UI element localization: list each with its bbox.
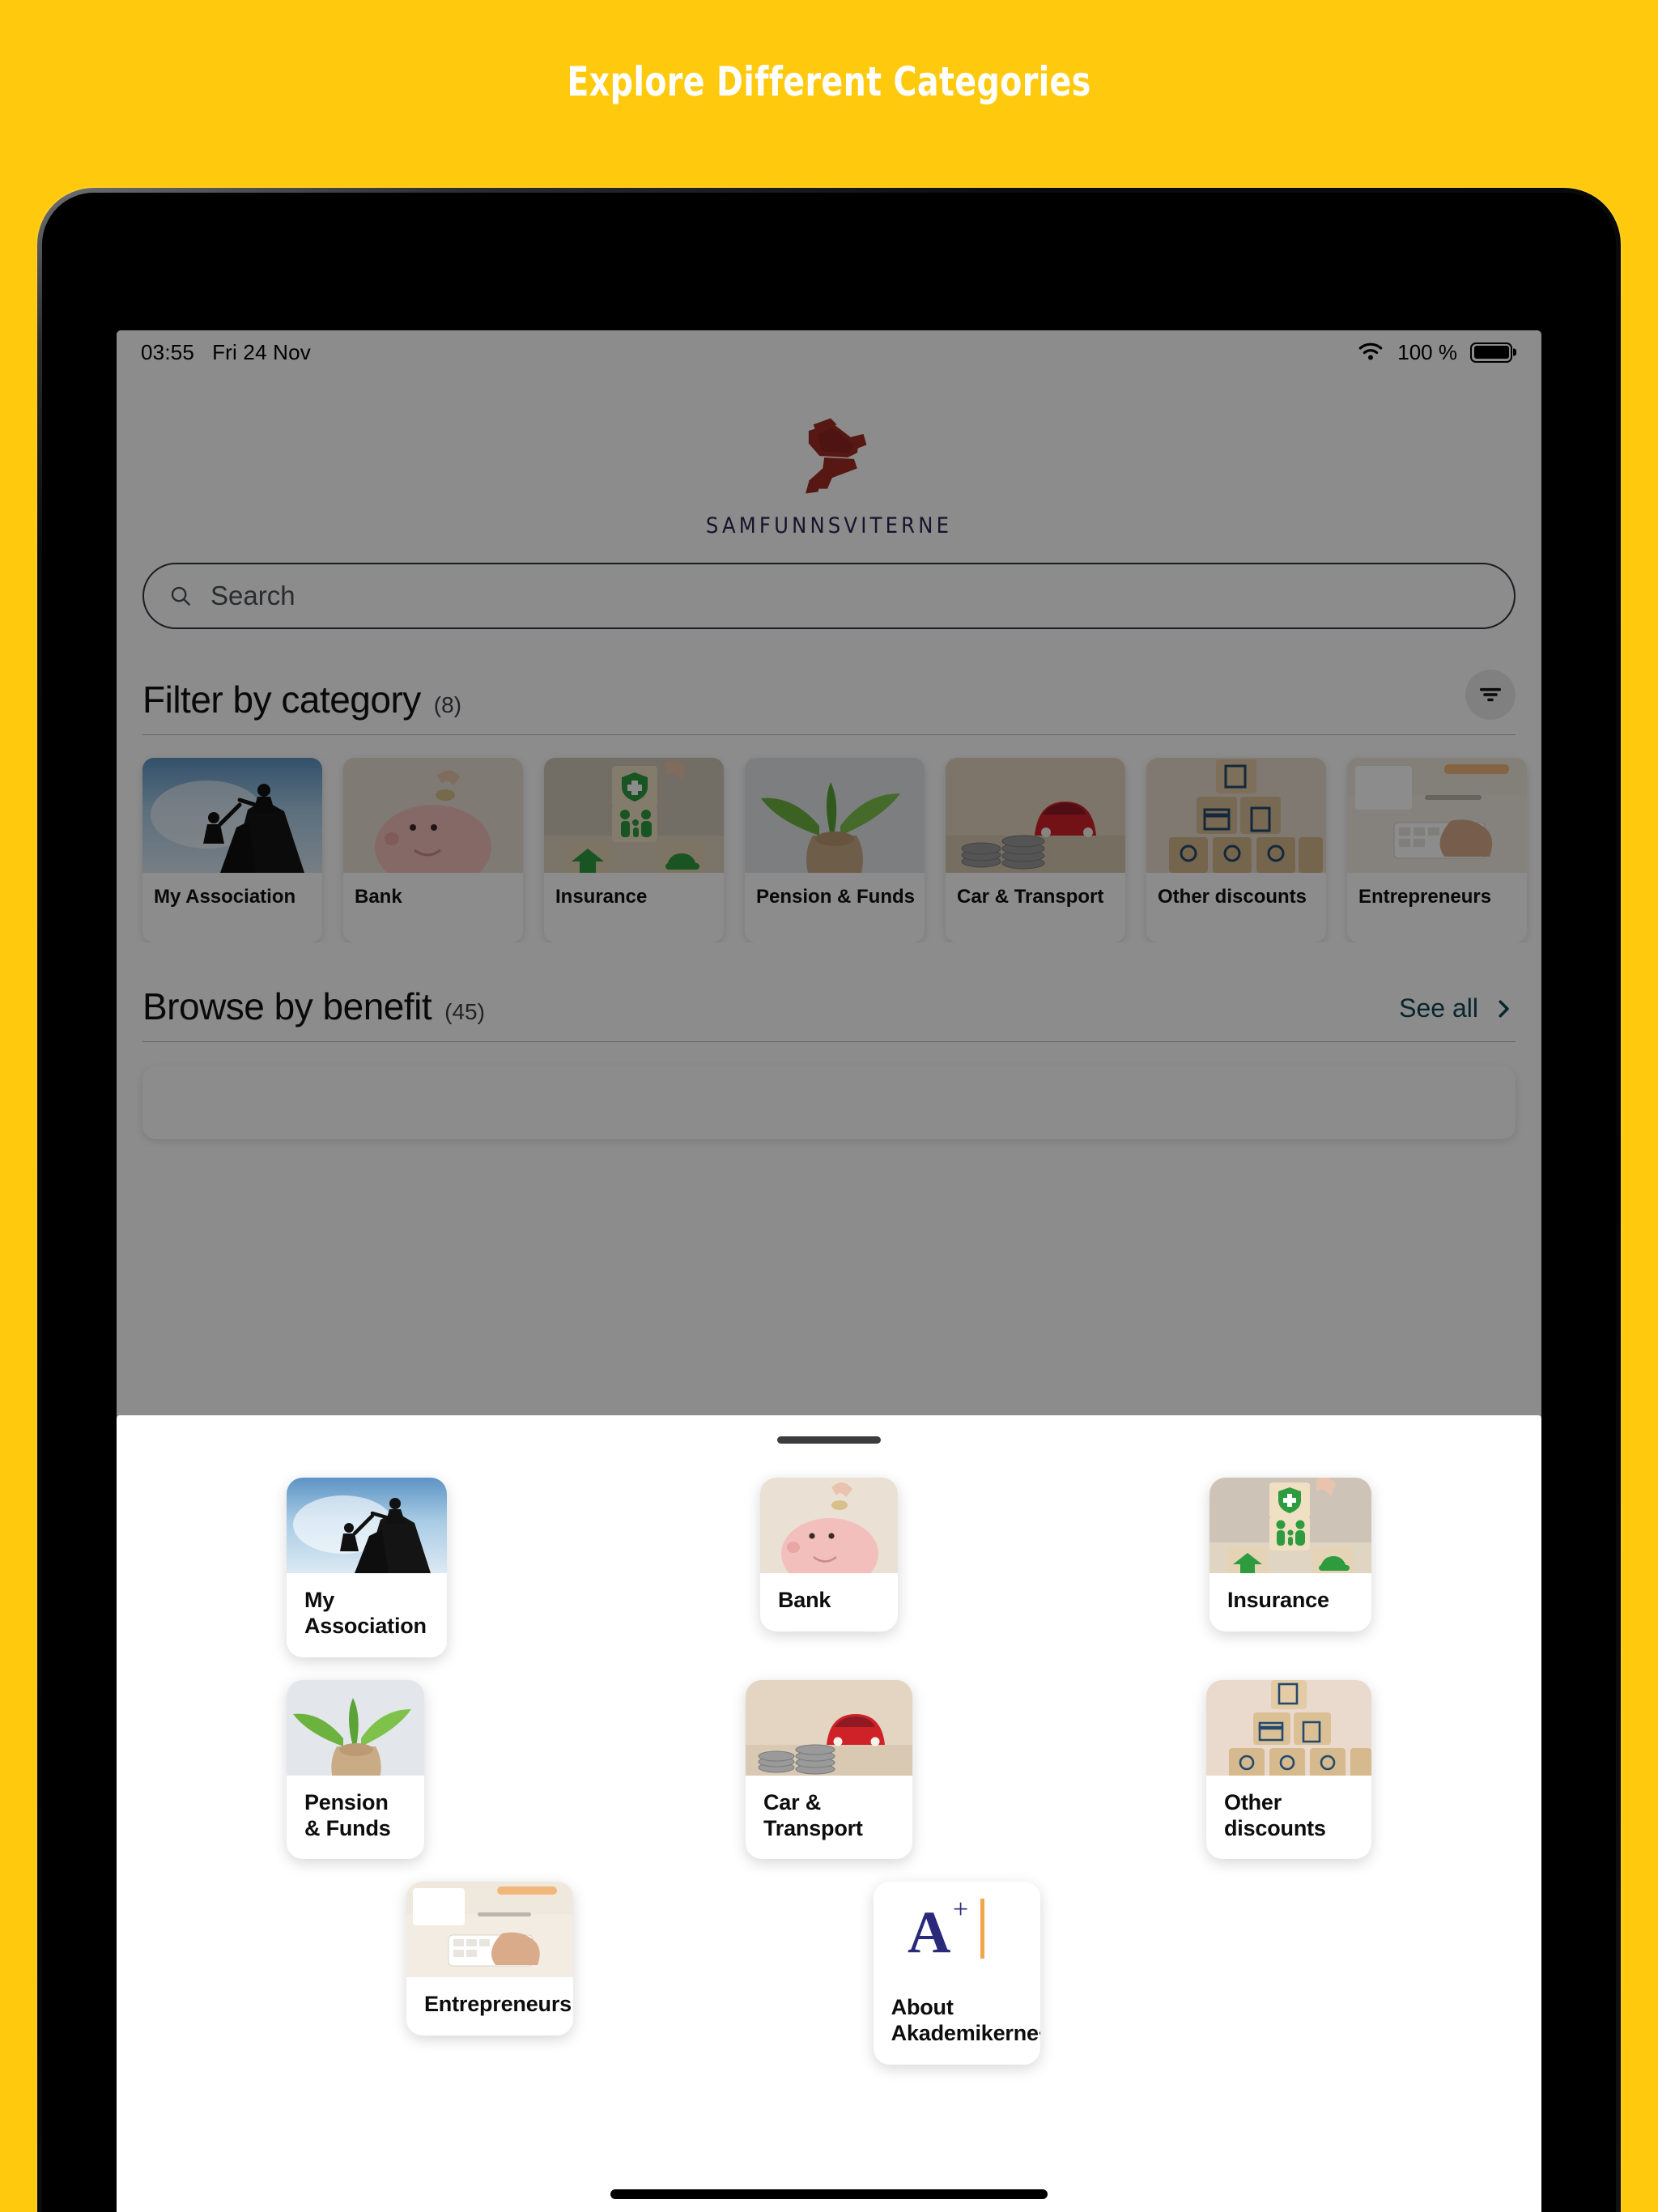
wooden-blocks-insurance-icons-photo (1209, 1478, 1372, 1573)
sheet-card-label: Pension & Funds (304, 1789, 391, 1840)
sheet-card-label: Entrepreneurs (424, 1992, 572, 2017)
plant-in-money-bag-photo (287, 1679, 424, 1776)
sheet-card-car-transport[interactable]: Car & Transport (746, 1679, 912, 1860)
svg-text:+: + (953, 1895, 968, 1925)
sheet-row: Pension & Funds Car & Transport Other di… (287, 1679, 1372, 1860)
sheet-card-label: Other discounts (1224, 1789, 1326, 1840)
app-screen: 03:55 Fri 24 Nov 100 % SAMFUNNSVITERNE S… (117, 330, 1541, 2212)
svg-text:A: A (908, 1899, 950, 1966)
sheet-card-about-akademikerne[interactable]: A + About Akademikerne+ (873, 1882, 1040, 2065)
sheet-card-pension-funds[interactable]: Pension & Funds (287, 1679, 424, 1860)
sheet-card-label: Insurance (1227, 1588, 1329, 1612)
sheet-card-entrepreneurs[interactable]: Entrepreneurs (406, 1882, 573, 2036)
sheet-card-label: Bank (778, 1588, 831, 1612)
sheet-row: Entrepreneurs A + About Akademikerne+ (287, 1882, 1371, 2065)
sheet-card-bank[interactable]: Bank (760, 1478, 898, 1631)
red-toy-car-coins-photo (746, 1679, 912, 1776)
promo-title: Explore Different Categories (567, 58, 1091, 105)
sheet-card-label: About Akademikerne+ (891, 1995, 1040, 2046)
climbers-helping-hand-photo (287, 1478, 447, 1573)
home-indicator[interactable] (610, 2189, 1048, 2199)
sheet-card-other-discounts[interactable]: Other discounts (1206, 1679, 1372, 1860)
sheet-card-label: Car & Transport (763, 1789, 863, 1840)
sheet-card-label: My Association (304, 1588, 427, 1638)
akademikerne-plus-logo-icon: A + (873, 1882, 1040, 1981)
category-bottom-sheet: My Association Bank Insurance Pension & … (117, 1415, 1541, 2212)
sheet-card-insurance[interactable]: Insurance (1209, 1478, 1372, 1631)
sheet-row: My Association Bank Insurance (287, 1478, 1372, 1657)
sheet-category-grid: My Association Bank Insurance Pension & … (117, 1444, 1541, 2065)
piggy-bank-coin-photo (760, 1478, 898, 1573)
drag-handle[interactable] (777, 1436, 881, 1444)
wooden-blocks-gift-icons-photo (1206, 1679, 1372, 1776)
hands-typing-keyboard-photo (406, 1882, 573, 1978)
sheet-card-my-association[interactable]: My Association (287, 1478, 447, 1657)
